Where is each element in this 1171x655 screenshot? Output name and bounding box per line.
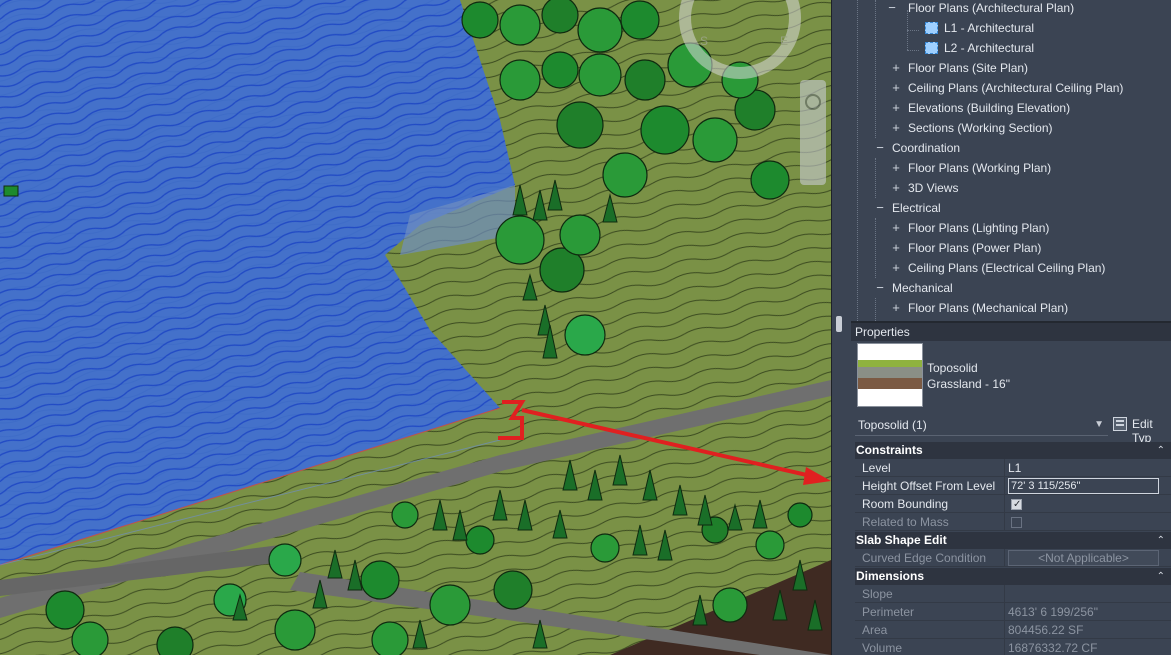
- level-value[interactable]: L1: [1008, 459, 1021, 477]
- instance-filter-dropdown[interactable]: Toposolid (1) ▼: [855, 414, 1108, 436]
- tree-item-label: Sections (Working Section): [908, 121, 1053, 135]
- tree-item-label: Electrical: [892, 201, 941, 215]
- terrain-view: S E: [0, 0, 831, 655]
- tree-item-label: Floor Plans (Mechanical Plan): [908, 301, 1069, 315]
- prop-name: Room Bounding: [862, 497, 949, 511]
- tree-item-label: Coordination: [892, 141, 961, 155]
- properties-palette: Properties Toposolid Grassland - 16" Top…: [851, 321, 1171, 655]
- tree-item-label: Ceiling Plans (Architectural Ceiling Pla…: [908, 81, 1124, 95]
- prop-row-curved-edge: Curved Edge Condition <Not Applicable>: [855, 549, 1171, 567]
- expand-icon[interactable]: +: [891, 118, 901, 138]
- perimeter-value: 4613' 6 199/256": [1008, 605, 1098, 619]
- curved-edge-button: <Not Applicable>: [1008, 550, 1159, 566]
- prop-name: Volume: [862, 641, 903, 655]
- prop-name: Related to Mass: [862, 515, 949, 529]
- collapse-icon[interactable]: −: [875, 198, 885, 218]
- scrollbar-thumb[interactable]: [836, 316, 842, 332]
- tree-item-label: Floor Plans (Working Plan): [908, 161, 1052, 175]
- group-constraints[interactable]: Constraints ⌃: [855, 442, 1171, 459]
- prop-row-height-offset[interactable]: Height Offset From Level 72' 3 115/256": [855, 477, 1171, 495]
- expand-icon[interactable]: +: [891, 178, 901, 198]
- expand-icon[interactable]: +: [891, 238, 901, 258]
- group-title: Dimensions: [856, 569, 925, 583]
- height-offset-input[interactable]: 72' 3 115/256": [1008, 478, 1159, 494]
- tree-item-label: L2 - Architectural: [944, 41, 1035, 55]
- tree-item-label: L1 - Architectural: [944, 21, 1035, 35]
- collapse-group-icon[interactable]: ⌃: [1157, 532, 1165, 549]
- prop-row-slope: Slope: [855, 585, 1171, 603]
- prop-row-level[interactable]: Level L1: [855, 459, 1171, 477]
- project-browser: − Floor Plans (Architectural Plan) L1 - …: [851, 0, 1171, 321]
- room-bounding-checkbox[interactable]: [1011, 496, 1022, 514]
- type-family-name: Toposolid: [927, 361, 978, 375]
- expand-icon[interactable]: +: [891, 158, 901, 178]
- revit-window: S E − Floor Plans (Architectural Plan) L…: [0, 0, 1171, 655]
- edit-type-icon[interactable]: [1113, 417, 1127, 431]
- tree-item-label: Mechanical: [892, 281, 953, 295]
- tree-item-label: Floor Plans (Lighting Plan): [908, 221, 1050, 235]
- prop-row-area: Area 804456.22 SF: [855, 621, 1171, 639]
- expand-icon[interactable]: +: [891, 218, 901, 238]
- prop-row-related-to-mass: Related to Mass: [855, 513, 1171, 531]
- navigation-bar[interactable]: [800, 80, 826, 185]
- svg-text:S: S: [700, 34, 708, 48]
- group-dimensions[interactable]: Dimensions ⌃: [855, 568, 1171, 585]
- instance-filter-value: Toposolid (1): [858, 418, 927, 432]
- expand-icon[interactable]: +: [891, 58, 901, 78]
- tree-item-label: Ceiling Plans (Electrical Ceiling Plan): [908, 261, 1106, 275]
- tree-item-label: Elevations (Building Elevation): [908, 101, 1071, 115]
- type-name: Grassland - 16": [927, 377, 1010, 391]
- collapse-icon[interactable]: −: [875, 138, 885, 158]
- edit-type-button[interactable]: Edit Typ: [1132, 417, 1171, 445]
- chevron-down-icon: ▼: [1094, 419, 1104, 430]
- collapse-group-icon[interactable]: ⌃: [1157, 568, 1165, 585]
- expand-icon[interactable]: +: [891, 78, 901, 98]
- group-slab-shape-edit[interactable]: Slab Shape Edit ⌃: [855, 532, 1171, 549]
- prop-row-perimeter: Perimeter 4613' 6 199/256": [855, 603, 1171, 621]
- volume-value: 16876332.72 CF: [1008, 641, 1098, 655]
- collapse-icon[interactable]: −: [887, 0, 897, 18]
- 3d-viewport[interactable]: S E: [0, 0, 831, 655]
- prop-row-volume: Volume 16876332.72 CF: [855, 639, 1171, 655]
- expand-icon[interactable]: +: [891, 258, 901, 278]
- prop-name: Slope: [862, 587, 893, 601]
- floor-plan-view-icon: [925, 22, 938, 34]
- tree-item-label: Floor Plans (Architectural Plan): [908, 1, 1075, 15]
- type-preview-image: [857, 343, 923, 407]
- prop-name: Curved Edge Condition: [862, 551, 987, 565]
- prop-name: Area: [862, 623, 888, 637]
- expand-icon[interactable]: +: [891, 298, 901, 318]
- tree-item-label: Floor Plans (Site Plan): [908, 61, 1029, 75]
- site-object: [3, 185, 19, 197]
- collapse-icon[interactable]: −: [875, 278, 885, 298]
- prop-name: Height Offset From Level: [862, 479, 996, 493]
- related-to-mass-checkbox: [1011, 517, 1022, 528]
- prop-row-room-bounding[interactable]: Room Bounding: [855, 495, 1171, 514]
- group-title: Constraints: [856, 443, 923, 457]
- expand-icon[interactable]: +: [891, 98, 901, 118]
- prop-name: Level: [862, 461, 891, 475]
- tree-item-label: Floor Plans (Power Plan): [908, 241, 1042, 255]
- floor-plan-view-icon: [925, 42, 938, 54]
- group-title: Slab Shape Edit: [856, 533, 947, 547]
- tree-item-label: 3D Views: [908, 181, 959, 195]
- svg-text:E: E: [780, 34, 788, 48]
- properties-title: Properties: [851, 321, 1171, 341]
- area-value: 804456.22 SF: [1008, 623, 1084, 637]
- prop-name: Perimeter: [862, 605, 915, 619]
- collapse-group-icon[interactable]: ⌃: [1157, 442, 1165, 459]
